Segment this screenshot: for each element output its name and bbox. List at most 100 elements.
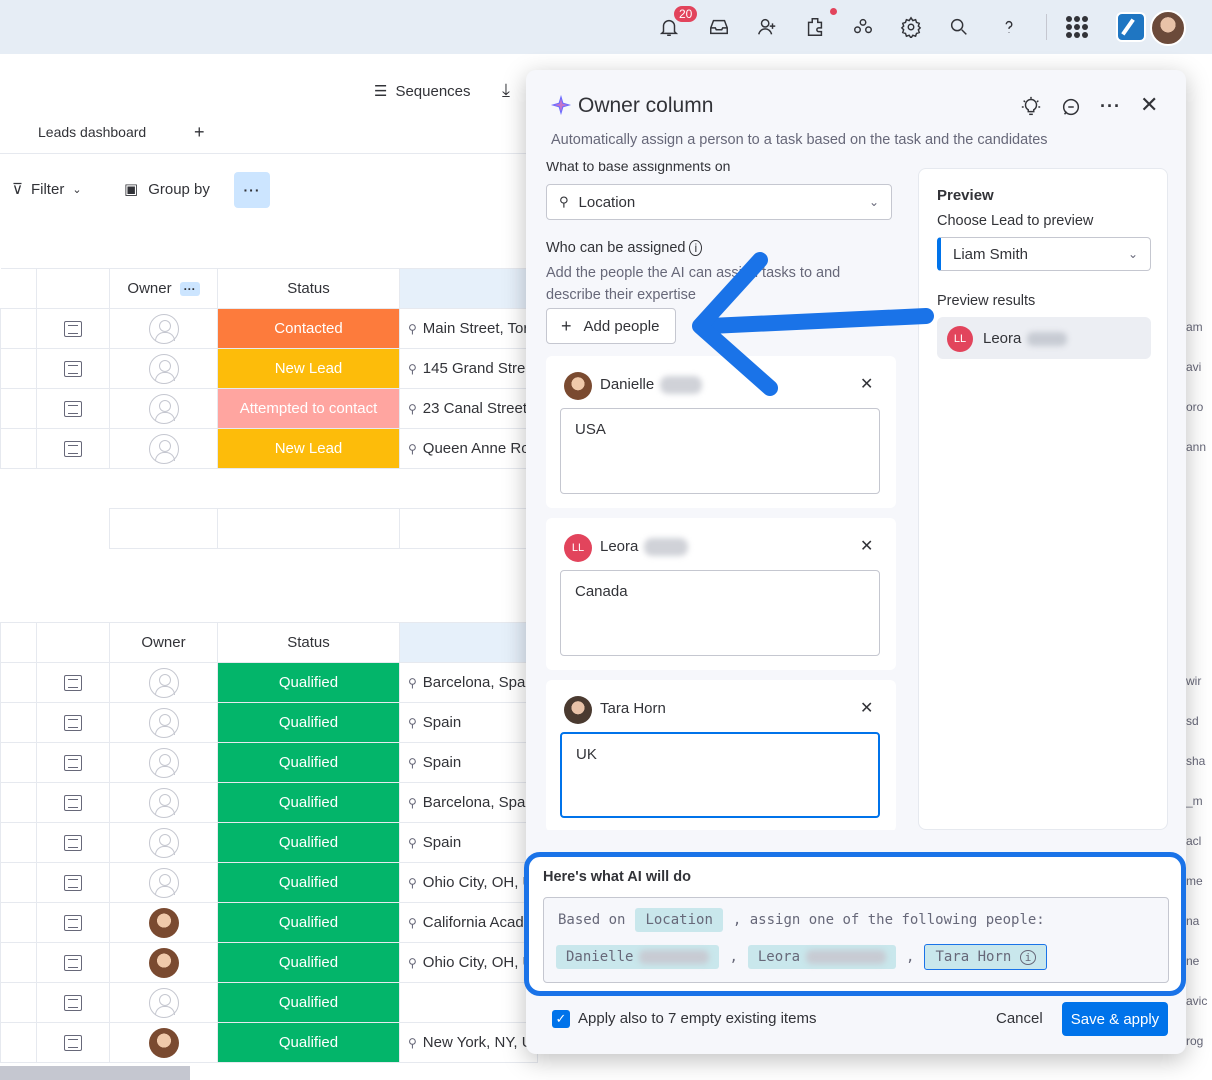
location-cell[interactable]: ⚲ 145 Grand Street: [399, 348, 539, 389]
search-icon[interactable]: [946, 14, 972, 40]
location-cell[interactable]: ⚲ Barcelona, Spain: [398, 782, 539, 823]
column-header-location[interactable]: [398, 622, 539, 663]
status-cell[interactable]: Qualified: [217, 942, 400, 983]
more-actions-button[interactable]: ···: [234, 172, 270, 208]
status-cell[interactable]: Qualified: [217, 822, 400, 863]
download-icon[interactable]: ⤓: [502, 80, 510, 101]
owner-cell[interactable]: [109, 662, 218, 703]
info-icon[interactable]: i: [1019, 950, 1037, 965]
item-updates-icon[interactable]: [64, 755, 82, 772]
status-cell[interactable]: Qualified: [217, 902, 400, 943]
feedback-icon[interactable]: [1060, 96, 1082, 118]
add-tab-button[interactable]: +: [194, 122, 205, 143]
column-header-owner[interactable]: Owner: [109, 622, 218, 663]
item-updates-icon[interactable]: [64, 955, 82, 972]
owner-cell[interactable]: [109, 782, 218, 823]
owner-cell[interactable]: [109, 702, 218, 743]
location-cell[interactable]: ⚲ New York, NY, U: [398, 1022, 539, 1063]
person-tag-tara[interactable]: Tara Horn i: [924, 944, 1048, 970]
apps-icon[interactable]: [1066, 16, 1088, 38]
location-cell[interactable]: ⚲ Queen Anne Roa: [399, 428, 539, 469]
cancel-button[interactable]: Cancel: [996, 1010, 1043, 1027]
column-header-owner[interactable]: Owner: [127, 280, 171, 297]
status-cell[interactable]: Qualified: [217, 742, 400, 783]
table-row[interactable]: Qualified ⚲ Barcelona, Spain: [0, 782, 539, 823]
item-updates-icon[interactable]: [64, 835, 82, 852]
status-cell[interactable]: New Lead: [217, 348, 400, 389]
location-cell[interactable]: ⚲ Spain: [398, 822, 539, 863]
apply-existing-label[interactable]: Apply also to 7 empty existing items: [578, 1010, 816, 1027]
location-cell[interactable]: ⚲ California Acade: [398, 902, 539, 943]
location-cell[interactable]: ⚲ Spain: [398, 702, 539, 743]
item-updates-icon[interactable]: [64, 875, 82, 892]
table-row[interactable]: Attempted to contact ⚲ 23 Canal Street,: [0, 388, 539, 429]
location-cell[interactable]: ⚲ Ohio City, OH, U: [398, 942, 539, 983]
invite-icon[interactable]: [754, 14, 780, 40]
person-tag-leora[interactable]: Leora: [747, 945, 897, 969]
filter-button[interactable]: ⊽ Filter ⌄: [12, 180, 82, 199]
base-assignments-select[interactable]: ⚲ Location ⌄: [546, 184, 892, 220]
owner-cell[interactable]: [109, 308, 218, 349]
column-menu-button[interactable]: ···: [179, 281, 200, 296]
expertise-field[interactable]: UK: [560, 732, 880, 818]
owner-cell[interactable]: [109, 982, 218, 1023]
owner-cell[interactable]: [109, 862, 218, 903]
item-updates-icon[interactable]: [64, 795, 82, 812]
location-cell[interactable]: [398, 982, 539, 1023]
owner-cell[interactable]: [109, 902, 218, 943]
expertise-field[interactable]: USA: [560, 408, 880, 494]
add-people-button[interactable]: + Add people: [546, 308, 676, 344]
status-cell[interactable]: Qualified: [217, 862, 400, 903]
item-updates-icon[interactable]: [64, 715, 82, 732]
tab-leads-dashboard[interactable]: Leads dashboard: [38, 124, 146, 140]
people-icon[interactable]: [850, 14, 876, 40]
item-updates-icon[interactable]: [64, 401, 82, 418]
location-cell[interactable]: ⚲ 23 Canal Street,: [399, 388, 539, 429]
integrations-icon[interactable]: [802, 14, 828, 40]
apply-existing-checkbox[interactable]: ✓: [552, 1010, 570, 1028]
item-updates-icon[interactable]: [64, 915, 82, 932]
more-options-icon[interactable]: ···: [1100, 96, 1121, 117]
sequences-button[interactable]: ☰ Sequences: [374, 82, 471, 101]
status-cell[interactable]: New Lead: [217, 428, 400, 469]
status-cell[interactable]: Qualified: [217, 982, 400, 1023]
table-row[interactable]: Qualified ⚲ Ohio City, OH, U: [0, 942, 539, 983]
user-avatar[interactable]: [1150, 10, 1186, 46]
owner-cell[interactable]: [109, 942, 218, 983]
item-updates-icon[interactable]: [64, 995, 82, 1012]
help-icon[interactable]: [996, 14, 1022, 40]
status-cell[interactable]: Qualified: [217, 662, 400, 703]
inbox-icon[interactable]: [706, 14, 732, 40]
location-cell[interactable]: ⚲ Main Street, Toro: [399, 308, 539, 349]
workspace-logo[interactable]: [1116, 12, 1146, 42]
location-tag[interactable]: Location: [635, 908, 723, 932]
status-cell[interactable]: Qualified: [217, 702, 400, 743]
location-cell[interactable]: ⚲ Barcelona, Spain: [398, 662, 539, 703]
table-row[interactable]: Qualified ⚲ California Acade: [0, 902, 539, 943]
location-cell[interactable]: ⚲ Spain: [398, 742, 539, 783]
item-updates-icon[interactable]: [64, 361, 82, 378]
status-cell[interactable]: Qualified: [217, 782, 400, 823]
location-cell[interactable]: ⚲ Ohio City, OH, U: [398, 862, 539, 903]
settings-icon[interactable]: [898, 14, 924, 40]
status-cell[interactable]: Contacted: [217, 308, 400, 349]
owner-cell[interactable]: [109, 428, 218, 469]
column-header-location[interactable]: [399, 268, 539, 309]
table-row[interactable]: New Lead ⚲ 145 Grand Street: [0, 348, 539, 389]
item-updates-icon[interactable]: [64, 441, 82, 458]
horizontal-scrollbar[interactable]: [0, 1066, 190, 1080]
save-apply-button[interactable]: Save & apply: [1062, 1002, 1168, 1036]
column-header-status[interactable]: Status: [217, 622, 400, 663]
status-cell[interactable]: Qualified: [217, 1022, 400, 1063]
table-row[interactable]: Qualified ⚲ Spain: [0, 822, 539, 863]
item-updates-icon[interactable]: [64, 675, 82, 692]
table-row[interactable]: Qualified ⚲ New York, NY, U: [0, 1022, 539, 1063]
remove-person-icon[interactable]: ✕: [860, 536, 873, 556]
owner-cell[interactable]: [109, 348, 218, 389]
preview-lead-select[interactable]: Liam Smith ⌄: [937, 237, 1151, 271]
owner-cell[interactable]: [109, 1022, 218, 1063]
table-row[interactable]: Qualified ⚲ Ohio City, OH, U: [0, 862, 539, 903]
table-row[interactable]: Qualified ⚲ Barcelona, Spain: [0, 662, 539, 703]
table-row[interactable]: Contacted ⚲ Main Street, Toro: [0, 308, 539, 349]
column-header-status[interactable]: Status: [217, 268, 400, 309]
